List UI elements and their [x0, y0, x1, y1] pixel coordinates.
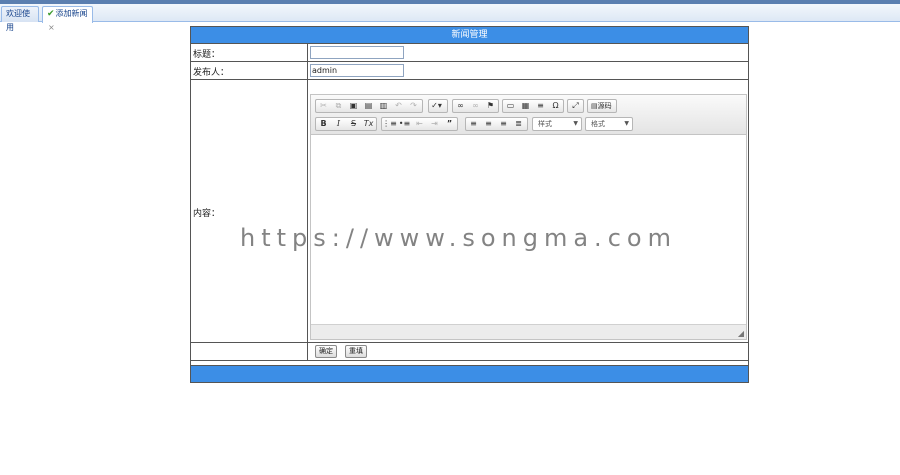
special-char-icon[interactable]: Ω	[548, 100, 563, 112]
buttons-cell: 确定 重填	[307, 343, 748, 360]
tab-bar: 欢迎使用 ✔添加新闻×	[0, 4, 900, 32]
content-label: 内容：	[193, 209, 221, 219]
title-row: 标题：	[191, 44, 748, 62]
styles-combo-label: 样式	[538, 120, 552, 128]
form-footer	[191, 366, 748, 382]
rich-text-editor: ✂ ⧉ ▣ ▤ ▥ ↶ ↷ ✓▾ ∞ ∞ ⚑ ▭ ▦ ≡ Ω ⤢ ▤源码 B I…	[310, 94, 747, 340]
chevron-down-icon: ▼	[624, 120, 629, 127]
remove-format-icon[interactable]: Tx	[361, 118, 376, 130]
spell-group: ✓▾	[428, 99, 448, 113]
anchor-icon[interactable]: ⚑	[483, 100, 498, 112]
news-form: 新闻管理 标题： 发布人： 内容： ✂ ⧉ ▣ ▤ ▥	[190, 26, 749, 383]
bulleted-list-icon[interactable]: •≡	[397, 118, 412, 130]
align-justify-icon[interactable]: ≣	[511, 118, 526, 130]
tab-welcome-label: 欢迎使用	[6, 9, 30, 32]
styles-combo[interactable]: 样式 ▼	[532, 117, 582, 131]
publisher-input[interactable]	[310, 64, 404, 77]
title-cell	[307, 44, 748, 61]
source-label: 源码	[597, 102, 612, 110]
paste-word-icon[interactable]: ▥	[376, 100, 391, 112]
title-label: 标题：	[193, 50, 221, 60]
format-combo[interactable]: 格式 ▼	[585, 117, 633, 131]
strike-icon[interactable]: S	[346, 118, 361, 130]
resize-handle-icon[interactable]: ◢	[738, 329, 744, 338]
numbered-list-icon[interactable]: ⋮≡	[382, 118, 397, 130]
publisher-cell	[307, 62, 748, 79]
watermark: https://www.songma.com	[240, 224, 677, 252]
reset-button[interactable]: 重填	[345, 345, 367, 358]
title-input[interactable]	[310, 46, 404, 59]
tab-add-news[interactable]: ✔添加新闻×	[42, 6, 93, 32]
tab-welcome[interactable]: 欢迎使用	[1, 6, 39, 32]
table-icon[interactable]: ▦	[518, 100, 533, 112]
horizontal-rule-icon[interactable]: ≡	[533, 100, 548, 112]
basicstyles-group: B I S Tx	[315, 117, 377, 131]
paste-icon[interactable]: ▣	[346, 100, 361, 112]
insert-group: ▭ ▦ ≡ Ω	[502, 99, 564, 113]
chevron-down-icon: ▼	[573, 120, 578, 127]
spellcheck-icon[interactable]: ✓▾	[429, 100, 444, 112]
source-button[interactable]: ▤源码	[588, 100, 615, 112]
tab-add-news-label: 添加新闻	[55, 9, 88, 18]
image-icon[interactable]: ▭	[503, 100, 518, 112]
publisher-label: 发布人：	[193, 68, 230, 78]
outdent-icon[interactable]: ⇤	[412, 118, 427, 130]
editor-statusbar: ◢	[311, 324, 746, 339]
content-row: 内容： ✂ ⧉ ▣ ▤ ▥ ↶ ↷ ✓▾ ∞ ∞ ⚑ ▭ ▦ ≡ Ω ⤢ ▤源码…	[191, 80, 748, 343]
redo-icon[interactable]: ↷	[406, 100, 421, 112]
maximize-icon[interactable]: ⤢	[568, 100, 583, 112]
form-header: 新闻管理	[191, 27, 748, 44]
paste-text-icon[interactable]: ▤	[361, 100, 376, 112]
align-right-icon[interactable]: ≡	[496, 118, 511, 130]
links-group: ∞ ∞ ⚑	[452, 99, 499, 113]
cut-icon[interactable]: ✂	[316, 100, 331, 112]
align-center-icon[interactable]: ≡	[481, 118, 496, 130]
align-group: ≡ ≡ ≡ ≣	[465, 117, 528, 131]
check-icon: ✔	[47, 9, 55, 19]
bold-icon[interactable]: B	[316, 118, 331, 130]
format-combo-label: 格式	[591, 120, 605, 128]
content-cell: ✂ ⧉ ▣ ▤ ▥ ↶ ↷ ✓▾ ∞ ∞ ⚑ ▭ ▦ ≡ Ω ⤢ ▤源码 B I…	[307, 80, 748, 342]
buttons-row: 确定 重填	[191, 343, 748, 361]
publisher-row: 发布人：	[191, 62, 748, 80]
align-left-icon[interactable]: ≡	[466, 118, 481, 130]
copy-icon[interactable]: ⧉	[331, 100, 346, 112]
editor-toolbar: ✂ ⧉ ▣ ▤ ▥ ↶ ↷ ✓▾ ∞ ∞ ⚑ ▭ ▦ ≡ Ω ⤢ ▤源码 B I…	[311, 95, 746, 135]
unlink-icon[interactable]: ∞	[468, 100, 483, 112]
source-icon: ▤	[591, 102, 598, 110]
indent-icon[interactable]: ⇥	[427, 118, 442, 130]
undo-icon[interactable]: ↶	[391, 100, 406, 112]
close-icon[interactable]: ×	[48, 23, 55, 32]
clipboard-group: ✂ ⧉ ▣ ▤ ▥ ↶ ↷	[315, 99, 423, 113]
blockquote-icon[interactable]: ”	[442, 118, 457, 130]
document-group: ▤源码	[587, 99, 617, 113]
list-group: ⋮≡ •≡ ⇤ ⇥ ”	[381, 117, 458, 131]
tools-group: ⤢	[567, 99, 584, 113]
link-icon[interactable]: ∞	[453, 100, 468, 112]
submit-button[interactable]: 确定	[315, 345, 337, 358]
italic-icon[interactable]: I	[331, 118, 346, 130]
